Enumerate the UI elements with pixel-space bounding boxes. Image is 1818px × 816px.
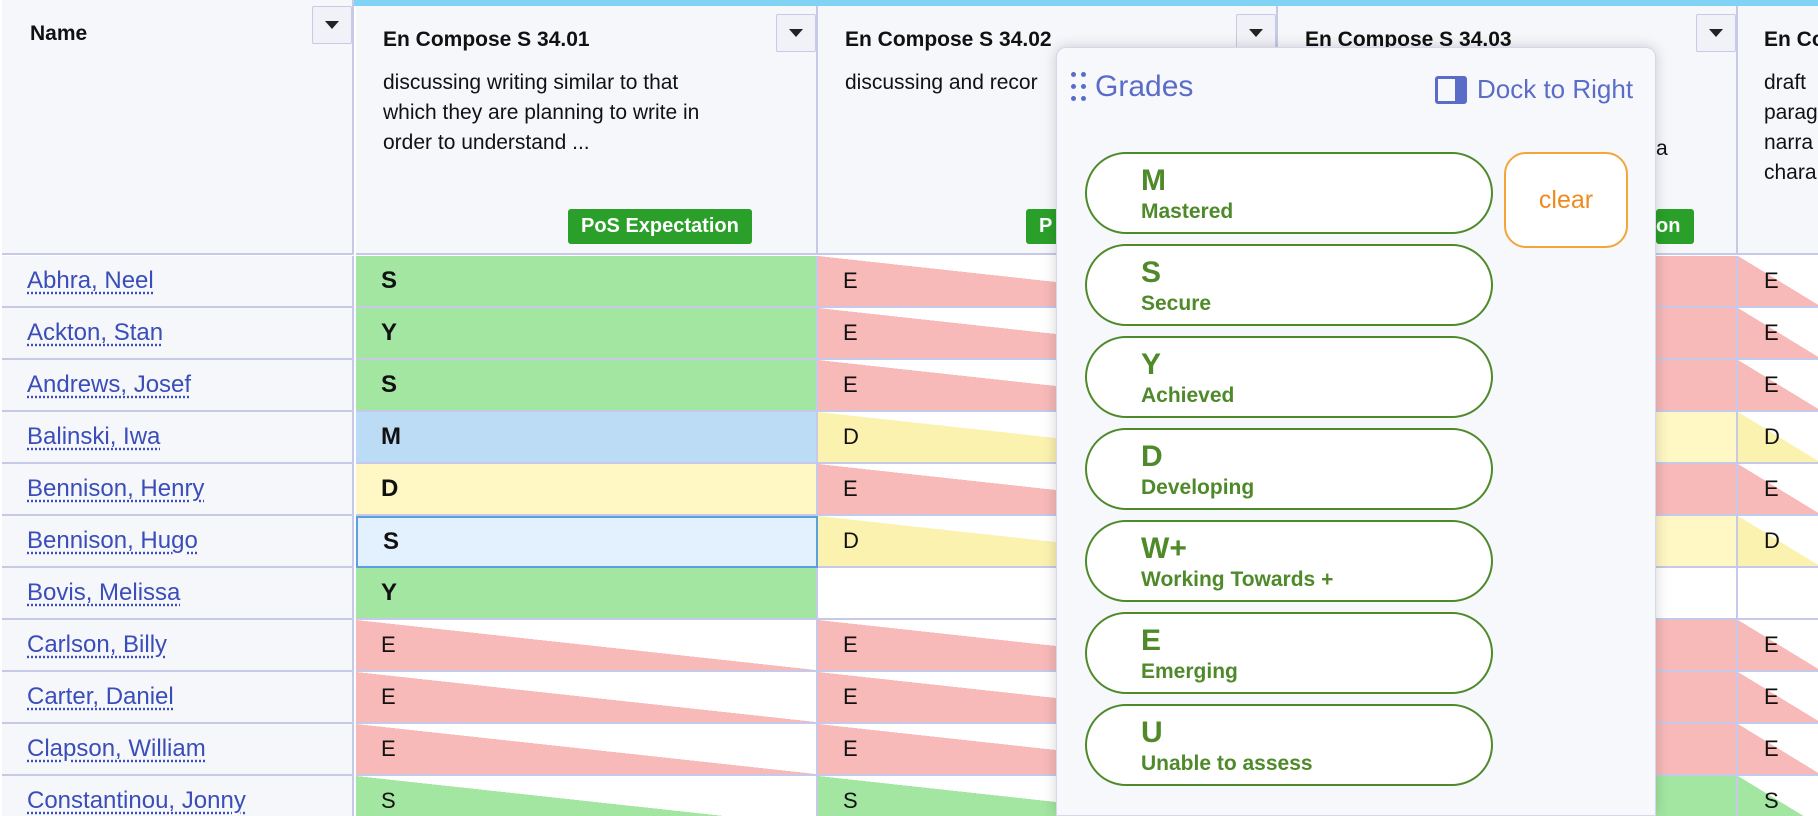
- grade-code: D: [1141, 440, 1163, 473]
- student-name-cell: Bennison, Hugo: [2, 516, 354, 568]
- grade-cell[interactable]: S: [356, 360, 818, 412]
- name-column-header: Name: [2, 0, 354, 255]
- dock-to-right-button[interactable]: Dock to Right: [1435, 74, 1633, 105]
- column-description: discussing writing similar to that which…: [383, 71, 700, 154]
- student-name-cell: Andrews, Josef: [2, 360, 354, 412]
- name-header-label: Name: [30, 22, 88, 45]
- grade-cell[interactable]: S: [356, 516, 818, 568]
- chevron-down-icon: [789, 29, 803, 37]
- student-name-cell: Bovis, Melissa: [2, 568, 354, 620]
- student-name-cell: Carlson, Billy: [2, 620, 354, 672]
- grade-cell[interactable]: D: [1738, 516, 1818, 568]
- clear-button[interactable]: clear: [1504, 152, 1628, 248]
- grades-panel[interactable]: Grades Dock to Right M Mastered S Secure Y Ac…: [1056, 47, 1656, 816]
- student-name-cell: Constantinou, Jonny: [2, 776, 354, 816]
- grade-cell[interactable]: E: [356, 724, 818, 776]
- dock-label: Dock to Right: [1477, 74, 1634, 104]
- column-description: draft parag narra chara: [1764, 71, 1818, 184]
- grade-option-button[interactable]: S Secure: [1085, 244, 1493, 326]
- grade-name: Emerging: [1141, 660, 1238, 683]
- student-name-link[interactable]: Bovis, Melissa: [27, 579, 180, 607]
- grade-cell[interactable]: D: [356, 464, 818, 516]
- grade-cell[interactable]: S: [356, 776, 818, 816]
- grade-cell[interactable]: E: [1738, 308, 1818, 360]
- grade-option-button[interactable]: M Mastered: [1085, 152, 1493, 234]
- drag-handle-icon[interactable]: [1071, 72, 1087, 104]
- student-name-link[interactable]: Carlson, Billy: [27, 631, 167, 659]
- column-header-next: En Co draft parag narra chara: [1738, 6, 1818, 255]
- column-description: a: [1656, 137, 1668, 160]
- grade-name: Working Towards +: [1141, 568, 1334, 591]
- student-name-link[interactable]: Clapson, William: [27, 735, 206, 763]
- grade-code: W+: [1141, 532, 1187, 565]
- grade-cell[interactable]: S: [1738, 776, 1818, 816]
- grade-cell[interactable]: E: [1738, 256, 1818, 308]
- panel-title: Grades: [1095, 70, 1194, 103]
- grade-cell[interactable]: Y: [356, 568, 818, 620]
- student-name-link[interactable]: Bennison, Henry: [27, 475, 204, 503]
- grade-code: M: [1141, 164, 1166, 197]
- grade-name: Developing: [1141, 476, 1255, 499]
- chevron-down-icon: [1709, 29, 1723, 37]
- grade-cell[interactable]: [1738, 568, 1818, 620]
- grade-name: Mastered: [1141, 200, 1234, 223]
- pos-expectation-badge: on: [1656, 209, 1695, 244]
- grade-cell[interactable]: Y: [356, 308, 818, 360]
- grade-cell[interactable]: E: [356, 620, 818, 672]
- grade-code: S: [1141, 256, 1162, 289]
- student-name-cell: Abhra, Neel: [2, 256, 354, 308]
- grade-name: Secure: [1141, 292, 1212, 315]
- grade-cell[interactable]: E: [1738, 724, 1818, 776]
- student-name-cell: Balinski, Iwa: [2, 412, 354, 464]
- grade-cell[interactable]: E: [1738, 672, 1818, 724]
- student-name-cell: Carter, Daniel: [2, 672, 354, 724]
- student-name-cell: Bennison, Henry: [2, 464, 354, 516]
- grade-cell[interactable]: D: [1738, 412, 1818, 464]
- grade-cell[interactable]: S: [356, 256, 818, 308]
- column-dropdown-3403[interactable]: [1696, 14, 1736, 52]
- grade-option-button[interactable]: Y Achieved: [1085, 336, 1493, 418]
- grade-code: U: [1141, 716, 1163, 749]
- student-name-link[interactable]: Carter, Daniel: [27, 683, 174, 711]
- student-name-link[interactable]: Andrews, Josef: [27, 371, 191, 399]
- chevron-down-icon: [325, 21, 339, 29]
- grade-code: Y: [1141, 348, 1162, 381]
- student-name-link[interactable]: Abhra, Neel: [27, 267, 154, 295]
- student-name-cell: Ackton, Stan: [2, 308, 354, 360]
- grade-option-button[interactable]: D Developing: [1085, 428, 1493, 510]
- grade-option-button[interactable]: W+ Working Towards +: [1085, 520, 1493, 602]
- student-name-link[interactable]: Bennison, Hugo: [27, 527, 198, 555]
- grade-cell[interactable]: M: [356, 412, 818, 464]
- grade-option-button[interactable]: U Unable to assess: [1085, 704, 1493, 786]
- dock-right-icon: [1435, 75, 1467, 104]
- name-column-dropdown[interactable]: [312, 6, 352, 44]
- grade-cell[interactable]: E: [1738, 464, 1818, 516]
- student-name-link[interactable]: Constantinou, Jonny: [27, 787, 246, 815]
- column-title: En Co: [1764, 28, 1818, 51]
- pos-expectation-badge: PoS Expectation: [568, 209, 752, 244]
- chevron-down-icon: [1249, 29, 1263, 37]
- student-name-link[interactable]: Ackton, Stan: [27, 319, 163, 347]
- grade-cell[interactable]: E: [1738, 620, 1818, 672]
- column-header-3401: En Compose S 34.01 discussing writing si…: [356, 6, 818, 255]
- column-dropdown-3401[interactable]: [776, 14, 816, 52]
- grade-cell[interactable]: E: [1738, 360, 1818, 412]
- grade-code: E: [1141, 624, 1162, 657]
- grade-name: Achieved: [1141, 384, 1235, 407]
- student-name-cell: Clapson, William: [2, 724, 354, 776]
- student-name-link[interactable]: Balinski, Iwa: [27, 423, 160, 451]
- column-title: En Compose S 34.02: [845, 28, 1052, 51]
- grade-cell[interactable]: E: [356, 672, 818, 724]
- grade-option-button[interactable]: E Emerging: [1085, 612, 1493, 694]
- column-title: En Compose S 34.01: [383, 28, 590, 51]
- grade-name: Unable to assess: [1141, 752, 1313, 775]
